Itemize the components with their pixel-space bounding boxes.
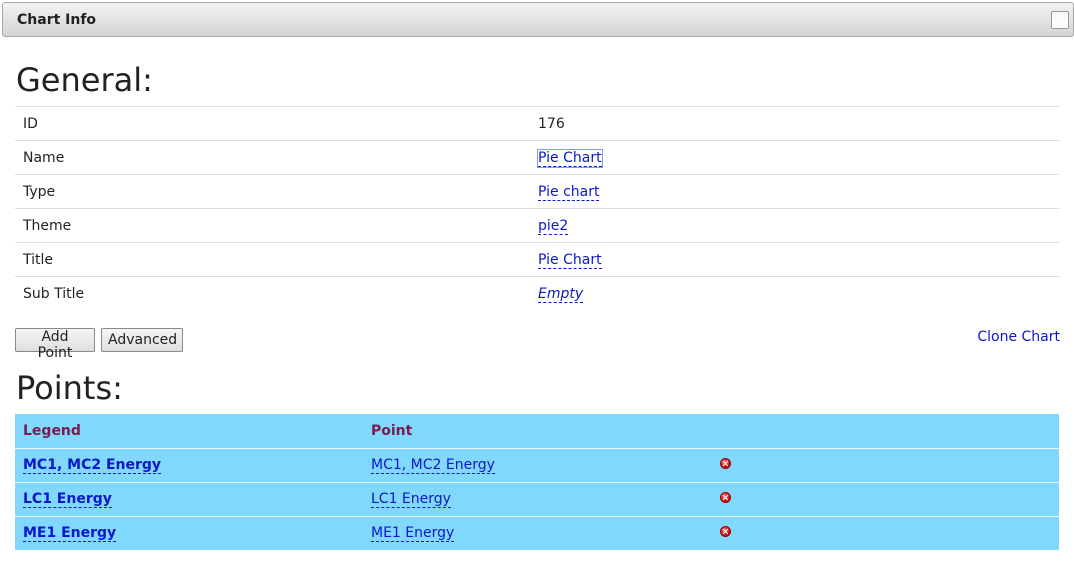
legend-column-header: Legend — [23, 422, 81, 439]
theme-editable-link[interactable]: pie2 — [538, 217, 569, 235]
row-label: Title — [23, 251, 54, 268]
general-heading: General: — [16, 61, 153, 99]
general-row-theme: Theme pie2 — [15, 208, 1059, 243]
actions-column-header — [711, 414, 1059, 448]
add-point-button[interactable]: Add Point — [15, 328, 95, 361]
collapse-checkbox-icon[interactable] — [1051, 11, 1069, 29]
row-label: Type — [23, 183, 56, 200]
title-editable-link[interactable]: Pie Chart — [538, 251, 602, 269]
panel-header: Chart Info — [2, 2, 1074, 37]
row-label: Sub Title — [23, 285, 85, 302]
advanced-button[interactable]: Advanced — [101, 328, 183, 352]
point-editable-link[interactable]: LC1 Energy — [371, 491, 451, 508]
subtitle-editable-link[interactable]: Empty — [538, 285, 584, 303]
delete-icon[interactable] — [720, 526, 731, 538]
legend-editable-link[interactable]: ME1 Energy — [23, 525, 117, 543]
name-editable-link[interactable]: Pie Chart — [537, 148, 603, 168]
legend-editable-link[interactable]: MC1, MC2 Energy — [23, 457, 162, 474]
delete-icon[interactable] — [720, 458, 731, 469]
general-table: ID 176 Name Pie Chart Type Pie chart The… — [15, 106, 1059, 311]
general-row-id: ID 176 — [15, 106, 1059, 141]
legend-editable-link[interactable]: LC1 Energy — [23, 491, 112, 508]
point-column-header: Point — [371, 422, 413, 439]
general-row-name: Name Pie Chart — [15, 140, 1059, 175]
point-editable-link[interactable]: MC1, MC2 Energy — [371, 457, 495, 474]
point-editable-link[interactable]: ME1 Energy — [371, 525, 455, 543]
points-header-row: Legend Point — [15, 414, 1059, 448]
general-row-type: Type Pie chart — [15, 174, 1059, 209]
delete-icon[interactable] — [720, 492, 731, 503]
general-row-title: Title Pie Chart — [15, 242, 1059, 277]
table-row: MC1, MC2 Energy MC1, MC2 Energy — [15, 448, 1059, 482]
row-label: Name — [23, 149, 65, 166]
type-editable-link[interactable]: Pie chart — [538, 183, 600, 201]
row-label: Theme — [23, 217, 72, 234]
points-heading: Points: — [16, 369, 123, 407]
table-row: ME1 Energy ME1 Energy — [15, 516, 1059, 550]
points-table: Legend Point MC1, MC2 Energy MC1, MC2 En… — [15, 414, 1059, 550]
clone-chart-link[interactable]: Clone Chart — [977, 329, 1060, 345]
general-row-subtitle: Sub Title Empty — [15, 276, 1059, 311]
panel-title: Chart Info — [17, 12, 97, 28]
row-label: ID — [23, 115, 38, 132]
id-value: 176 — [538, 115, 565, 132]
table-row: LC1 Energy LC1 Energy — [15, 482, 1059, 516]
